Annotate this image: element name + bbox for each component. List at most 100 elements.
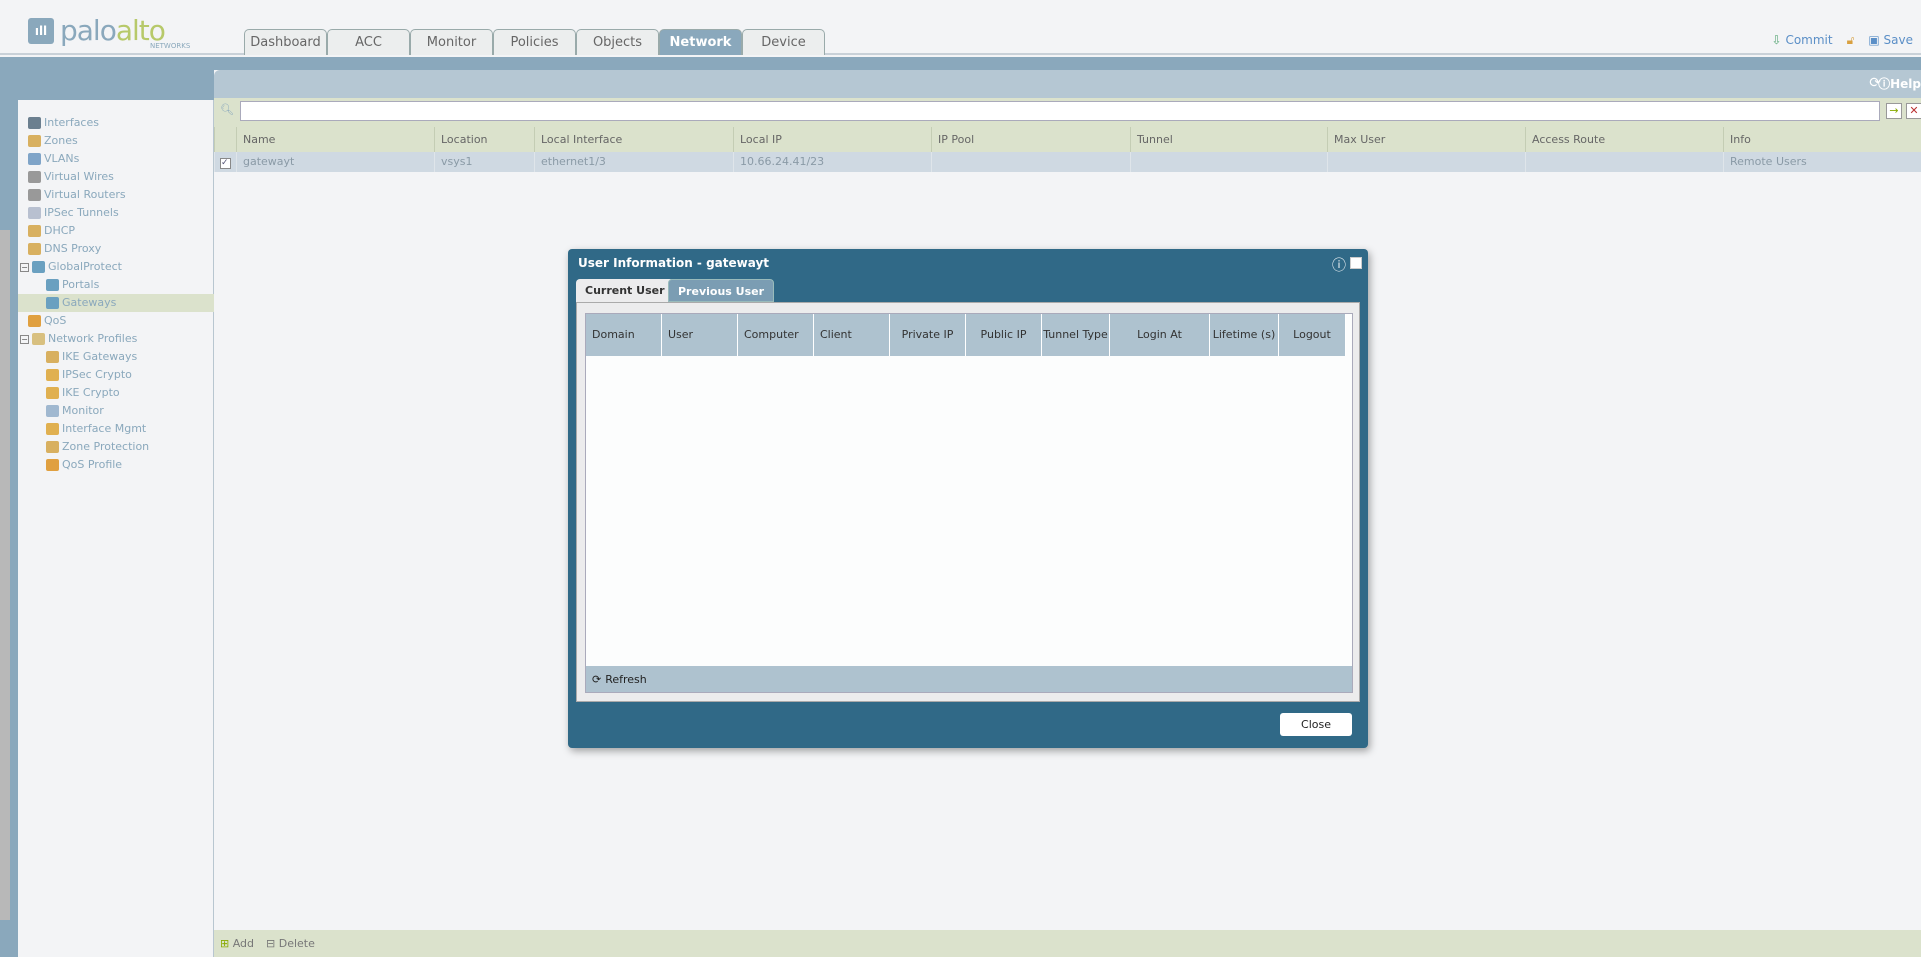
tab-device[interactable]: Device — [742, 29, 825, 55]
dialog-content: Domain User Computer Client Private IP Public… — [576, 302, 1360, 702]
dns-proxy-icon — [28, 243, 41, 255]
column-header-info[interactable]: Info — [1723, 127, 1921, 152]
column-header-domain[interactable]: Domain — [586, 314, 662, 356]
paloalto-logo: ıll paloalto NETWORKS — [28, 14, 190, 50]
lock-icon[interactable]: 🔓︎ — [1847, 33, 1855, 48]
column-header-private-ip[interactable]: Private IP — [890, 314, 966, 356]
column-header-access-route[interactable]: Access Route — [1525, 127, 1723, 152]
tab-current-user[interactable]: Current User — [576, 279, 674, 302]
sidebar-item-ike-crypto[interactable]: IKE Crypto — [18, 384, 214, 402]
save-icon: ▣ — [1868, 33, 1880, 47]
qos-icon — [28, 315, 41, 327]
column-header-client[interactable]: Client — [814, 314, 890, 356]
sidebar-item-label: Interface Mgmt — [62, 422, 147, 435]
gateway-name-link[interactable]: gatewayt — [236, 152, 434, 172]
tab-previous-user[interactable]: Previous User — [668, 279, 775, 302]
column-header-public-ip[interactable]: Public IP — [966, 314, 1042, 356]
sidebar-item-portals[interactable]: Portals — [18, 276, 214, 294]
filter-input[interactable] — [240, 101, 1880, 121]
zone-protection-icon — [46, 441, 59, 453]
checkbox-checked-icon[interactable]: ✓ — [220, 158, 231, 169]
column-header-tunnel[interactable]: Tunnel — [1130, 127, 1327, 152]
sidebar-item-virtual-routers[interactable]: Virtual Routers — [18, 186, 214, 204]
sidebar-item-label: IPSec Crypto — [62, 368, 132, 381]
collapse-toggle-icon[interactable]: − — [20, 334, 29, 344]
top-header: ıll paloalto NETWORKS Dashboard ACC Monito… — [0, 0, 1921, 55]
table-cell — [931, 152, 1130, 172]
commit-icon: ⇩ — [1771, 33, 1782, 47]
user-table: Domain User Computer Client Private IP Public… — [585, 313, 1353, 693]
sidebar-item-dhcp[interactable]: DHCP — [18, 222, 214, 240]
tab-objects[interactable]: Objects — [576, 29, 659, 55]
column-header-lifetime-s[interactable]: Lifetime (s) — [1210, 314, 1279, 356]
dhcp-icon — [28, 225, 41, 237]
sidebar-item-gateways[interactable]: Gateways — [18, 294, 214, 312]
tab-acc[interactable]: ACC — [327, 29, 410, 55]
add-label: Add — [232, 937, 255, 950]
table-cell[interactable]: Remote Users — [1723, 152, 1921, 172]
row-checkbox[interactable]: ✓ — [214, 152, 236, 172]
sidebar-item-monitor[interactable]: Monitor — [18, 402, 214, 420]
sidebar-item-label: IKE Gateways — [62, 350, 138, 363]
column-header-logout[interactable]: Logout — [1279, 314, 1346, 356]
close-button[interactable]: Close — [1280, 713, 1352, 736]
column-header-computer[interactable]: Computer — [738, 314, 814, 356]
sidebar-item-ipsec-tunnels[interactable]: IPSec Tunnels — [18, 204, 214, 222]
save-button[interactable]: ▣ Save — [1868, 33, 1913, 48]
column-header-tunnel-type[interactable]: Tunnel Type — [1042, 314, 1110, 356]
column-header-local-ip[interactable]: Local IP — [733, 127, 931, 152]
sidebar-item-vlans[interactable]: VLANs — [18, 150, 214, 168]
sidebar-item-zone-protection[interactable]: Zone Protection — [18, 438, 214, 456]
sidebar-item-ipsec-crypto[interactable]: IPSec Crypto — [18, 366, 214, 384]
column-header-name[interactable]: Name — [236, 127, 434, 152]
zones-icon — [28, 135, 41, 147]
collapse-toggle-icon[interactable]: − — [20, 262, 29, 272]
column-header-user[interactable]: User — [662, 314, 738, 356]
sidebar-item-label: DHCP — [44, 224, 76, 237]
refresh-button[interactable]: ⟳ Refresh — [586, 666, 1352, 692]
sidebar-item-qos[interactable]: QoS — [18, 312, 214, 330]
column-header-location[interactable]: Location — [434, 127, 534, 152]
ike-crypto-icon — [46, 387, 59, 399]
apply-filter-icon[interactable]: → — [1886, 103, 1902, 119]
dialog-help-icon[interactable]: ⓘ — [1332, 255, 1346, 275]
search-icon: 🔍︎ — [220, 103, 234, 116]
sidebar-item-interfaces[interactable]: Interfaces — [18, 114, 214, 132]
sidebar-item-label: Portals — [62, 278, 100, 291]
sidebar-item-ike-gateways[interactable]: IKE Gateways — [18, 348, 214, 366]
sidebar-item-zones[interactable]: Zones — [18, 132, 214, 150]
table-cell: 10.66.24.41/23 — [733, 152, 931, 172]
sidebar-item-network-profiles[interactable]: − Network Profiles — [18, 330, 214, 348]
sidebar-item-virtual-wires[interactable]: Virtual Wires — [18, 168, 214, 186]
tab-network[interactable]: Network — [659, 29, 742, 55]
dialog-title: User Information - gatewayt — [578, 256, 770, 270]
column-header-login-at[interactable]: Login At — [1110, 314, 1210, 356]
sidebar-nav: Interfaces Zones VLANs Virtual Wires Virtual… — [18, 100, 214, 957]
left-scrollbar[interactable] — [0, 230, 10, 920]
sidebar-item-label: Interfaces — [44, 116, 99, 129]
sidebar-item-label: Zones — [44, 134, 78, 147]
dialog-minimize-icon[interactable] — [1350, 257, 1362, 269]
add-button[interactable]: ⊞ Add — [220, 937, 254, 950]
column-header-max-user[interactable]: Max User — [1327, 127, 1525, 152]
sidebar-item-interface-mgmt[interactable]: Interface Mgmt — [18, 420, 214, 438]
vlans-icon — [28, 153, 41, 165]
add-icon: ⊞ — [220, 937, 230, 950]
sidebar-item-qos-profile[interactable]: QoS Profile — [18, 456, 214, 474]
sidebar-item-globalprotect[interactable]: − GlobalProtect — [18, 258, 214, 276]
table-cell — [1327, 152, 1525, 172]
column-header-ip-pool[interactable]: IP Pool — [931, 127, 1130, 152]
clear-filter-icon[interactable]: ✕ — [1906, 103, 1921, 119]
tab-monitor[interactable]: Monitor — [410, 29, 493, 55]
sidebar-item-dns-proxy[interactable]: DNS Proxy — [18, 240, 214, 258]
tab-policies[interactable]: Policies — [493, 29, 576, 55]
column-header-local-interface[interactable]: Local Interface — [534, 127, 733, 152]
tab-dashboard[interactable]: Dashboard — [244, 29, 327, 55]
sidebar-item-label: Network Profiles — [48, 332, 138, 345]
delete-button[interactable]: ⊟ Delete — [266, 937, 315, 950]
delete-label: Delete — [278, 937, 315, 950]
sidebar-item-label: Monitor — [62, 404, 104, 417]
commit-button[interactable]: ⇩ Commit — [1772, 33, 1833, 48]
delete-icon: ⊟ — [266, 937, 276, 950]
help-button[interactable]: ⓘHelp — [1878, 75, 1921, 92]
